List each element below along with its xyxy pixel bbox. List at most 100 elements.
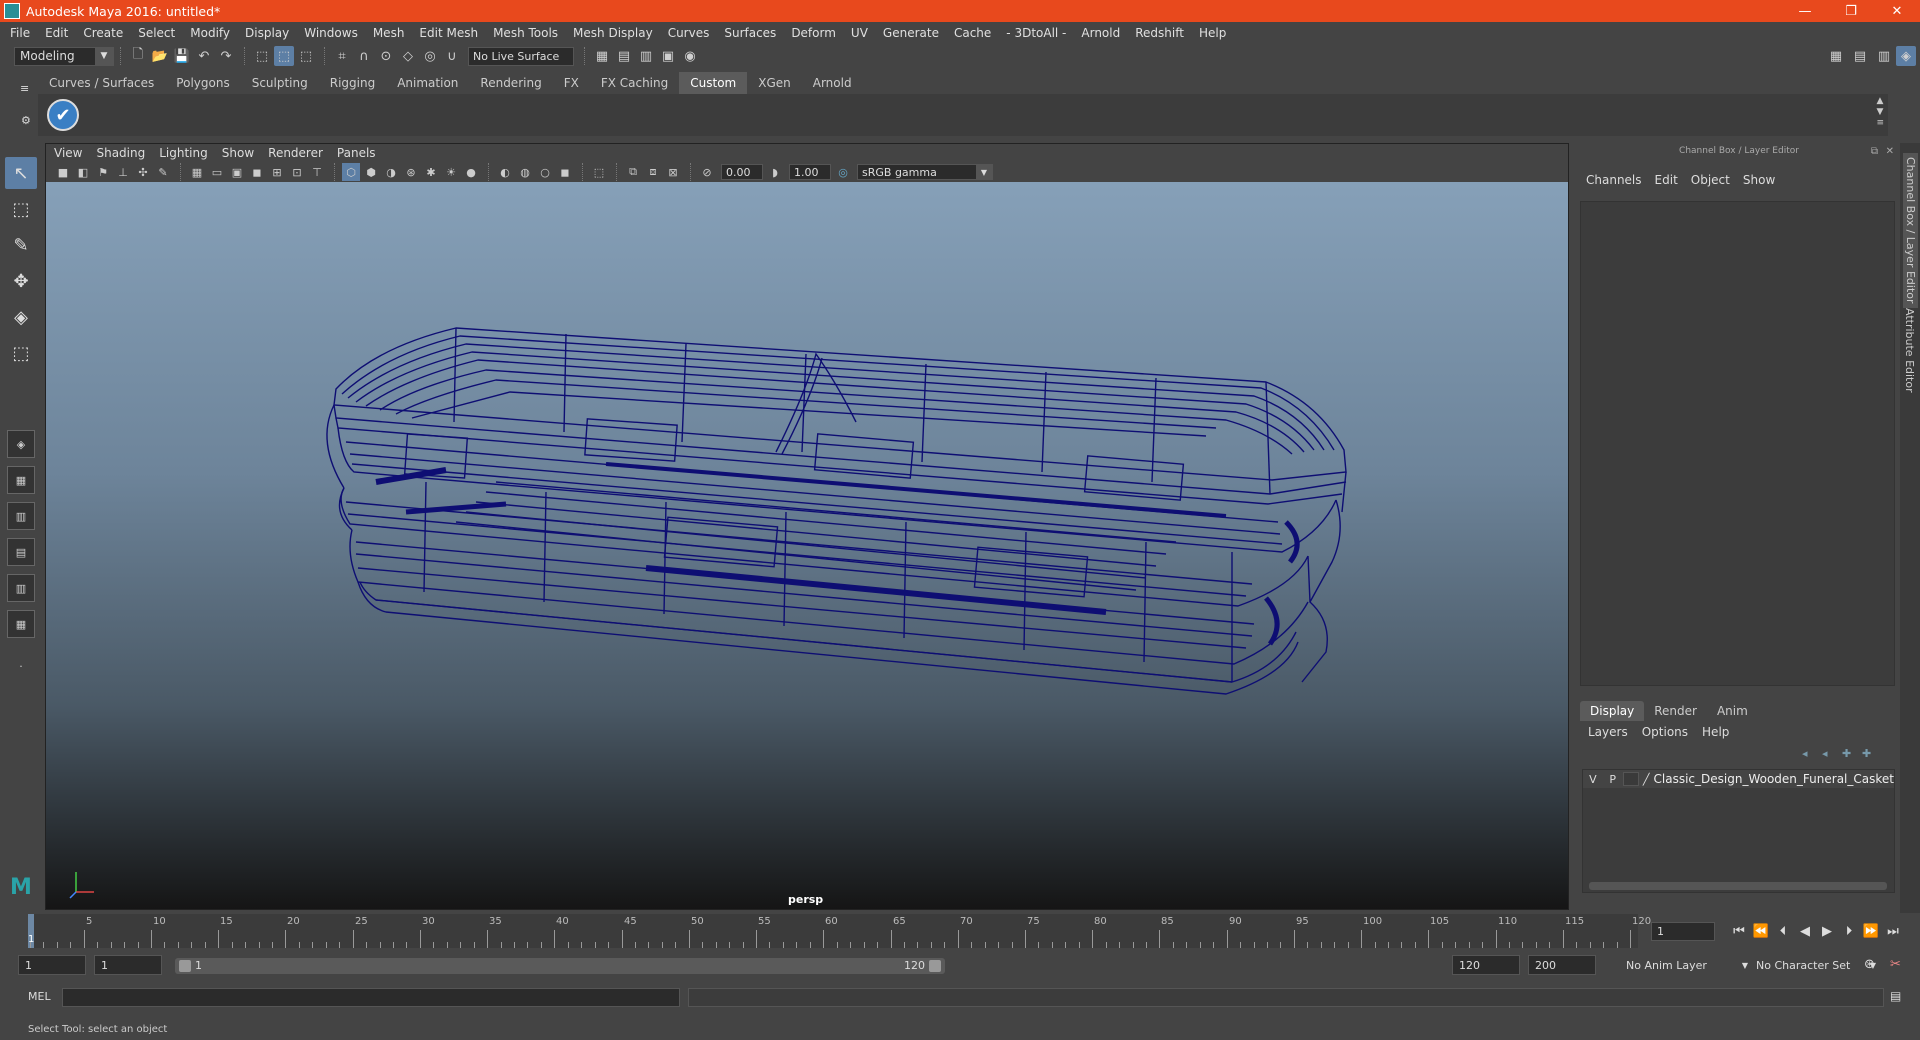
safe-title-icon[interactable]: ⊤	[308, 163, 326, 181]
film-gate-icon[interactable]: ▭	[208, 163, 226, 181]
shelf-tab-polygons[interactable]: Polygons	[165, 72, 241, 94]
auto-key-icon[interactable]: ⊛	[1864, 957, 1875, 972]
layer-tab-anim[interactable]: Anim	[1707, 701, 1758, 721]
menu-display[interactable]: Display	[245, 26, 289, 40]
layer-menu-help[interactable]: Help	[1702, 725, 1729, 739]
range-end-handle[interactable]	[929, 960, 941, 972]
snap-curve-icon[interactable]: ∩	[354, 46, 374, 66]
viewport-menu-view[interactable]: View	[54, 146, 82, 160]
shelf-tab-sculpting[interactable]: Sculpting	[240, 72, 319, 94]
redo-icon[interactable]: ↷	[216, 46, 236, 66]
frame-all-icon[interactable]: ⧉	[624, 163, 642, 181]
rotate-tool-icon[interactable]: ◈	[5, 301, 37, 333]
move-tool-icon[interactable]: ✥	[5, 265, 37, 297]
channel-box-menu-edit[interactable]: Edit	[1655, 173, 1678, 187]
new-layer-icon[interactable]: ✚	[1842, 747, 1862, 760]
color-management-icon[interactable]: ◎	[834, 163, 852, 181]
shelf-tab-custom[interactable]: Custom	[679, 72, 748, 94]
step-back-frame-icon[interactable]: ⏴	[1772, 920, 1794, 942]
layer-menu-options[interactable]: Options	[1642, 725, 1688, 739]
close-panel-icon[interactable]: ✕	[1886, 146, 1894, 157]
gamma-field[interactable]: 1.00	[789, 164, 831, 180]
layer-color-swatch[interactable]	[1622, 772, 1639, 786]
camera-attributes-icon[interactable]: ◧	[74, 163, 92, 181]
animation-start-field[interactable]: 1	[18, 955, 86, 975]
channel-box-side-tab[interactable]: Channel Box / Layer Editor	[1903, 153, 1918, 308]
layer-playback-toggle[interactable]: P	[1603, 773, 1623, 786]
step-forward-frame-icon[interactable]: ⏵	[1838, 920, 1860, 942]
snap-point-icon[interactable]: ⊙	[376, 46, 396, 66]
channel-box-menu-channels[interactable]: Channels	[1586, 173, 1642, 187]
textured-icon[interactable]: ⊛	[402, 163, 420, 181]
animation-end-field[interactable]: 200	[1528, 955, 1596, 975]
undo-icon[interactable]: ↶	[194, 46, 214, 66]
snap-grid-icon[interactable]: ⌗	[332, 46, 352, 66]
lights-icon[interactable]: ✱	[422, 163, 440, 181]
playback-end-field[interactable]: 120	[1452, 955, 1520, 975]
scale-tool-icon[interactable]: ⬚	[5, 337, 37, 369]
shelf-tab-arnold[interactable]: Arnold	[801, 72, 863, 94]
shelf-tab-xgen[interactable]: XGen	[747, 72, 802, 94]
play-backward-icon[interactable]: ◀	[1794, 920, 1816, 942]
wireframe-on-shaded-icon[interactable]: ◑	[382, 163, 400, 181]
menu-3dtoall[interactable]: - 3DtoAll -	[1006, 26, 1066, 40]
menu-generate[interactable]: Generate	[883, 26, 939, 40]
xray-active-icon[interactable]: ○	[536, 163, 554, 181]
two-view-layout-icon[interactable]: ▥	[7, 502, 35, 530]
script-language-label[interactable]: MEL	[28, 990, 51, 1003]
field-chart-icon[interactable]: ⊞	[268, 163, 286, 181]
persp-outliner-layout-icon[interactable]: ▥	[7, 574, 35, 602]
wireframe-icon[interactable]: ⬡	[342, 163, 360, 181]
viewport-menu-show[interactable]: Show	[222, 146, 254, 160]
shelf-tab-fx[interactable]: FX	[552, 72, 590, 94]
viewport-menu-shading[interactable]: Shading	[96, 146, 145, 160]
menu-redshift[interactable]: Redshift	[1135, 26, 1184, 40]
viewport-menu-lighting[interactable]: Lighting	[159, 146, 208, 160]
select-object-icon[interactable]: ⬚	[274, 46, 294, 66]
render-view-icon[interactable]: ▣	[658, 46, 678, 66]
layer-tab-display[interactable]: Display	[1580, 701, 1645, 721]
float-panel-icon[interactable]: ⧉	[1871, 146, 1878, 157]
minimize-button[interactable]: —	[1782, 0, 1828, 22]
exposure-icon[interactable]: ⊘	[698, 163, 716, 181]
move-layer-down-icon[interactable]: ◂	[1822, 747, 1842, 760]
character-set-dropdown[interactable]: No Character Set ▼	[1750, 955, 1878, 975]
zoom-region-icon[interactable]: ⊠	[664, 163, 682, 181]
backface-icon[interactable]: ◼	[556, 163, 574, 181]
menu-mesh-tools[interactable]: Mesh Tools	[493, 26, 558, 40]
range-start-handle[interactable]	[179, 960, 191, 972]
time-slider[interactable]: 1 5 10 15 20 25 30 35 40 45 50 55 60 65 70 75 80 85 90 95 1…	[28, 914, 1651, 948]
script-editor-icon[interactable]: ▤	[1890, 989, 1901, 1003]
menu-curves[interactable]: Curves	[668, 26, 710, 40]
channel-box-toggle-icon[interactable]: ◈	[1896, 46, 1916, 66]
more-layouts-icon[interactable]: ·	[7, 652, 35, 680]
go-to-start-icon[interactable]: ⏮	[1728, 920, 1750, 942]
new-scene-icon[interactable]: 🗋	[128, 46, 148, 66]
isolate-select-icon[interactable]: ⬚	[590, 163, 608, 181]
mel-command-input[interactable]	[62, 988, 680, 1007]
open-scene-icon[interactable]: 📂	[150, 46, 170, 66]
panel-layout-icon[interactable]: ▦	[1826, 46, 1846, 66]
custom-shelf-check-icon[interactable]: ✔	[47, 99, 79, 131]
playback-start-field[interactable]: 1	[94, 955, 162, 975]
lasso-tool-icon[interactable]: ⬚	[5, 193, 37, 225]
resolution-gate-icon[interactable]: ▣	[228, 163, 246, 181]
select-tool-icon[interactable]: ↖	[5, 157, 37, 189]
view-transform-dropdown[interactable]: sRGB gamma ▼	[857, 164, 993, 180]
gate-mask-icon[interactable]: ◼	[248, 163, 266, 181]
step-back-key-icon[interactable]: ⏪	[1750, 920, 1772, 942]
menu-uv[interactable]: UV	[851, 26, 868, 40]
exposure-field[interactable]: 0.00	[721, 164, 763, 180]
shelf-scroll-icon[interactable]: ▲ ▼ ≡	[1876, 96, 1884, 129]
layer-visibility-toggle[interactable]: V	[1583, 773, 1603, 786]
shelf-tab-rendering[interactable]: Rendering	[469, 72, 553, 94]
menu-select[interactable]: Select	[138, 26, 175, 40]
live-surface-field[interactable]: No Live Surface	[468, 46, 574, 66]
menu-windows[interactable]: Windows	[304, 26, 358, 40]
menu-help[interactable]: Help	[1199, 26, 1226, 40]
menu-mesh-display[interactable]: Mesh Display	[573, 26, 653, 40]
frame-selected-icon[interactable]: ⧈	[644, 163, 662, 181]
smooth-shade-icon[interactable]: ⬢	[362, 163, 380, 181]
gamma-icon[interactable]: ◗	[766, 163, 784, 181]
save-scene-icon[interactable]: 💾	[172, 46, 192, 66]
